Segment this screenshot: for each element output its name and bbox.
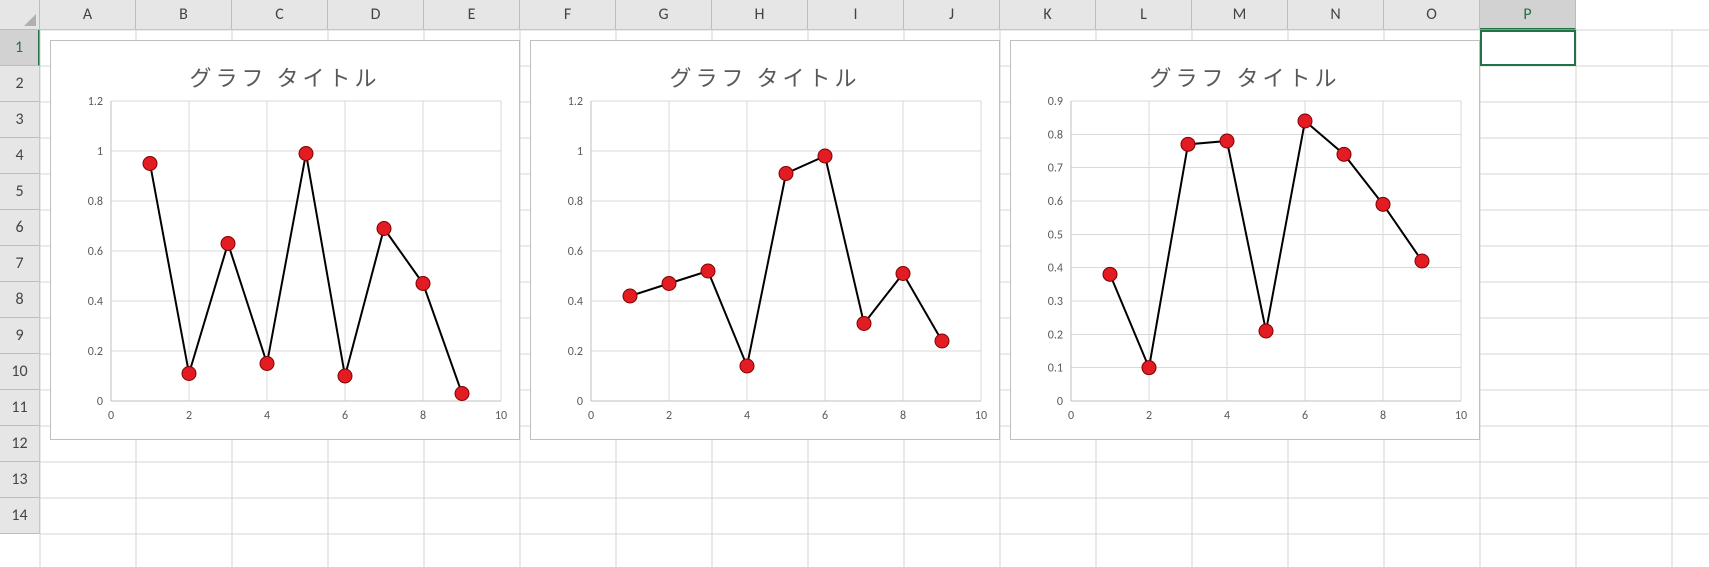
x-tick-label: 6 xyxy=(822,409,828,423)
data-marker xyxy=(740,359,754,373)
spreadsheet-viewport: ABCDEFGHIJKLMNOP 1234567891011121314 グラフ… xyxy=(0,0,1709,567)
y-tick-label: 0.8 xyxy=(88,195,103,209)
y-tick-label: 0.2 xyxy=(88,345,103,359)
data-marker xyxy=(1376,197,1390,211)
chart-object-1[interactable]: グラフ タイトル00.20.40.60.811.20246810 xyxy=(50,40,520,440)
data-marker xyxy=(338,369,352,383)
worksheet-grid[interactable]: ABCDEFGHIJKLMNOP 1234567891011121314 グラフ… xyxy=(0,0,1709,567)
data-marker xyxy=(416,277,430,291)
y-tick-label: 0.4 xyxy=(88,295,103,309)
x-tick-label: 6 xyxy=(342,409,348,423)
chart-object-3[interactable]: グラフ タイトル00.10.20.30.40.50.60.70.80.90246… xyxy=(1010,40,1480,440)
y-tick-label: 0.2 xyxy=(1048,328,1063,342)
x-tick-label: 6 xyxy=(1302,409,1308,423)
x-tick-label: 2 xyxy=(666,409,672,423)
data-marker xyxy=(623,289,637,303)
data-marker xyxy=(182,367,196,381)
chart-plot-area: 0 0.1 0.2 0.3 0.4 0.5 0.6 0.7 0.8 0.9 0 2 4 6 8 10 xyxy=(1011,41,1481,441)
data-series-line xyxy=(150,154,462,394)
y-tick-label: 1.2 xyxy=(88,95,103,109)
data-marker xyxy=(818,149,832,163)
x-tick-label: 10 xyxy=(495,409,507,423)
x-tick-label: 8 xyxy=(420,409,426,423)
x-tick-label: 8 xyxy=(1380,409,1386,423)
data-series-line xyxy=(630,156,942,366)
y-tick-label: 0.5 xyxy=(1048,228,1063,242)
x-tick-label: 4 xyxy=(264,409,270,423)
y-tick-label: 0.8 xyxy=(568,195,583,209)
y-tick-label: 0.3 xyxy=(1048,295,1063,309)
data-marker xyxy=(1142,361,1156,375)
y-tick-label: 0 xyxy=(1057,395,1063,409)
data-marker xyxy=(701,264,715,278)
data-marker xyxy=(1181,137,1195,151)
data-marker xyxy=(299,147,313,161)
chart-object-2[interactable]: グラフ タイトル00.20.40.60.811.20246810 xyxy=(530,40,1000,440)
y-tick-label: 1 xyxy=(97,145,103,159)
x-tick-label: 0 xyxy=(108,409,114,423)
y-tick-label: 0.6 xyxy=(568,245,583,259)
data-marker xyxy=(221,237,235,251)
x-tick-label: 2 xyxy=(1146,409,1152,423)
y-tick-label: 1 xyxy=(577,145,583,159)
y-tick-label: 0.6 xyxy=(1048,195,1063,209)
data-marker xyxy=(857,317,871,331)
x-tick-label: 10 xyxy=(1455,409,1467,423)
chart-plot-area: 0 0.2 0.4 0.6 0.8 1 1.2 0 2 4 6 8 10 xyxy=(531,41,1001,441)
data-marker xyxy=(260,357,274,371)
data-marker xyxy=(935,334,949,348)
data-marker xyxy=(1337,147,1351,161)
y-tick-label: 0.4 xyxy=(568,295,583,309)
y-tick-label: 0.8 xyxy=(1048,128,1063,142)
data-marker xyxy=(662,277,676,291)
chart-plot-area: 0 0.2 0.4 0.6 0.8 1 1.2 0 2 4 6 8 10 xyxy=(51,41,521,441)
data-marker xyxy=(896,267,910,281)
data-marker xyxy=(1103,267,1117,281)
y-tick-label: 0 xyxy=(97,395,103,409)
data-marker xyxy=(1220,134,1234,148)
y-tick-label: 0.1 xyxy=(1048,362,1063,376)
x-tick-label: 10 xyxy=(975,409,987,423)
x-tick-label: 2 xyxy=(186,409,192,423)
y-tick-label: 0.6 xyxy=(88,245,103,259)
x-tick-label: 8 xyxy=(900,409,906,423)
y-tick-label: 1.2 xyxy=(568,95,583,109)
data-marker xyxy=(1415,254,1429,268)
y-tick-label: 0.2 xyxy=(568,345,583,359)
x-tick-label: 4 xyxy=(744,409,750,423)
data-marker xyxy=(143,157,157,171)
y-tick-label: 0.4 xyxy=(1048,262,1063,276)
data-marker xyxy=(1298,114,1312,128)
data-marker xyxy=(455,387,469,401)
y-tick-label: 0.9 xyxy=(1048,95,1063,109)
x-tick-label: 0 xyxy=(588,409,594,423)
x-tick-label: 4 xyxy=(1224,409,1230,423)
y-tick-label: 0 xyxy=(577,395,583,409)
x-tick-label: 0 xyxy=(1068,409,1074,423)
data-marker xyxy=(1259,324,1273,338)
data-marker xyxy=(377,222,391,236)
data-marker xyxy=(779,167,793,181)
y-tick-label: 0.7 xyxy=(1048,162,1063,176)
